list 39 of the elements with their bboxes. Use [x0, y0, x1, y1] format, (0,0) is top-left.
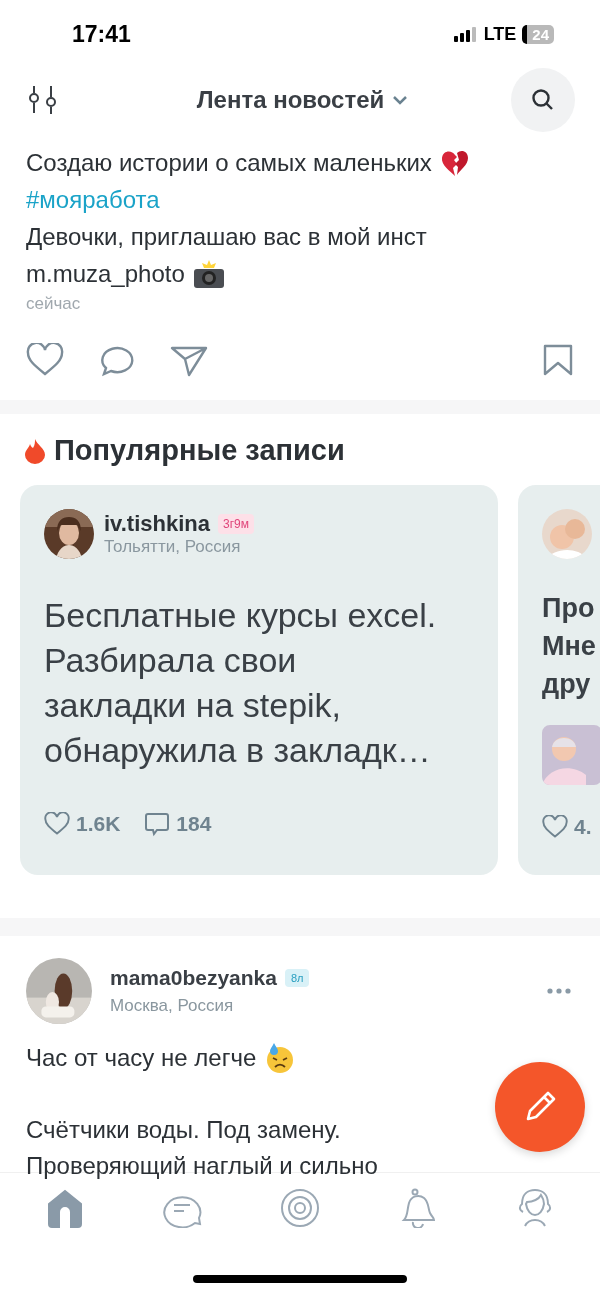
card-text: дру [542, 668, 592, 701]
like-icon[interactable] [26, 343, 64, 377]
post-text: Создаю истории о самых маленьких [26, 148, 432, 178]
age-badge: 3г9м [217, 514, 254, 534]
post-card[interactable]: iv.tishkina 3г9м Тольятти, Россия Бесплатные курсы excel. Разбирала свои закладки на stepik, обнаружила в закладк… 1.6K 184 [20, 485, 498, 875]
author-location: Москва, Россия [110, 996, 235, 1016]
comment-count: 184 [176, 812, 212, 836]
card-text: Мне [542, 630, 597, 663]
section-title: Популярные записи [54, 434, 345, 467]
like-icon[interactable] [44, 812, 70, 836]
more-icon[interactable] [546, 987, 572, 995]
comment-icon[interactable] [144, 811, 171, 837]
like-icon[interactable] [542, 815, 568, 839]
post-text: m.muza_photo [26, 259, 185, 289]
author-location: Тольятти, Россия [104, 537, 242, 557]
author-name[interactable]: iv.tishkina [104, 511, 210, 537]
feed-selector[interactable]: Лента новостей [60, 86, 511, 114]
camera-icon [192, 258, 225, 289]
card-text: Бесплатные курсы excel. Разбирала свои закладки на stepik, обнаружила в закладк… [44, 595, 438, 771]
post-text: Проверяющий наглый и сильно [26, 1151, 378, 1181]
compose-button[interactable] [495, 1062, 585, 1152]
chevron-icon [392, 95, 409, 105]
fire-icon [24, 437, 46, 464]
like-count: 1.6K [76, 812, 121, 836]
author-name[interactable]: mama0bezyanka [110, 966, 277, 990]
like-count: 4. [574, 815, 592, 839]
battery-level: 24 [522, 24, 554, 44]
post-text: Девочки, приглашаю вас в мой инст [26, 222, 427, 252]
card-text: Про [542, 592, 596, 625]
status-time: 17:41 [72, 20, 131, 48]
bookmark-icon[interactable] [542, 343, 574, 377]
post-text: Счётчики воды. Под замену. [26, 1115, 341, 1145]
post-card[interactable]: Про Мне дру 4. [518, 485, 600, 875]
age-badge: 8л [284, 969, 310, 987]
post-time: сейчас [26, 294, 81, 314]
broken-heart-icon [439, 148, 470, 177]
post-text: Час от часу не легче [26, 1043, 257, 1073]
network-label: LTE [483, 23, 517, 45]
signal-icon [453, 26, 478, 42]
